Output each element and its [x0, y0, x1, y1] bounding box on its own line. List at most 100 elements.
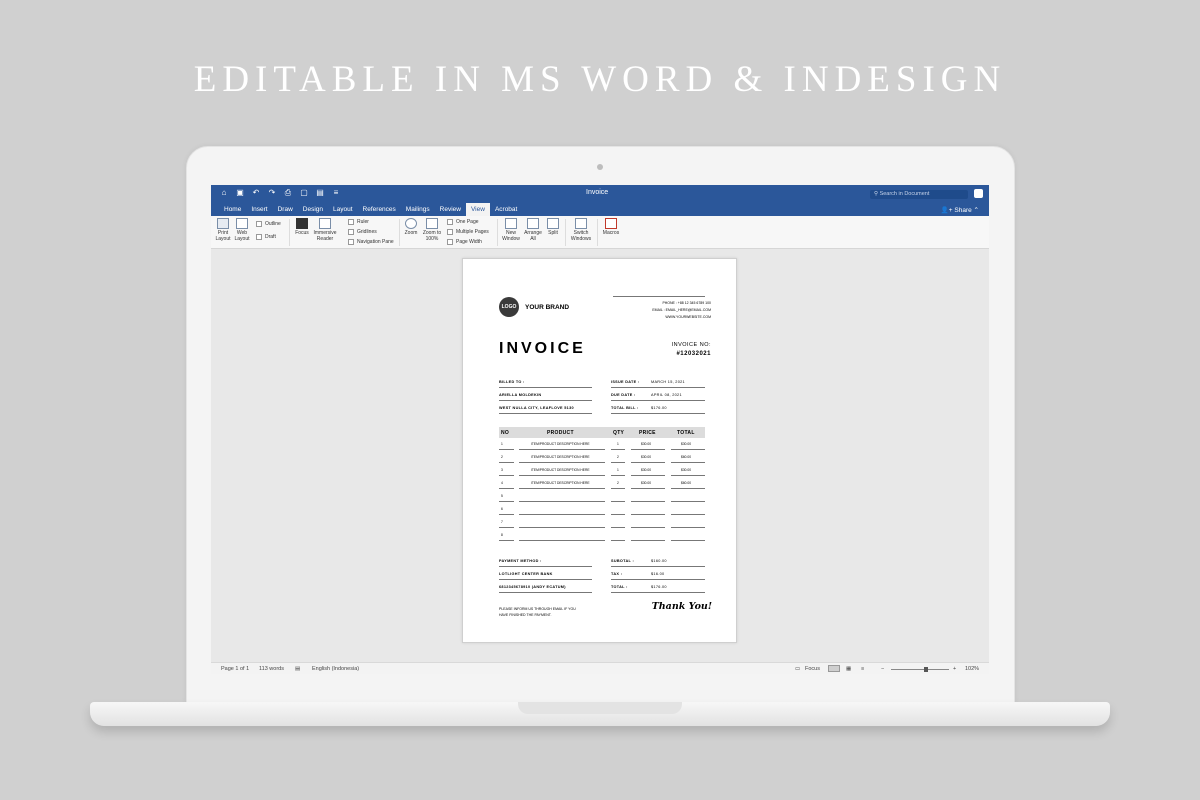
language[interactable]: English (Indonesia) [312, 666, 359, 672]
contact-block: PHONE : +88 12 345 6789 100 EMAIL : EMAI… [652, 300, 711, 321]
tax-label: TAX : [611, 572, 623, 576]
row-rule [611, 527, 625, 528]
zoom-out-icon[interactable]: − [881, 666, 884, 672]
one-page-button[interactable]: One Page [447, 219, 479, 225]
field-rule [499, 566, 592, 567]
issue-date: MARCH 15, 2021 [651, 380, 685, 384]
save-icon[interactable]: ▣ [235, 188, 245, 198]
print-layout-button[interactable]: Print Layout [215, 218, 231, 242]
zoom-100-button[interactable]: Zoom to 100% [422, 218, 442, 242]
row-rule [611, 514, 625, 515]
split-button[interactable]: Split [545, 218, 561, 236]
macros-label: Macros [602, 230, 620, 236]
row-no-cell: 8 [501, 533, 503, 537]
web-layout-button[interactable]: Web Layout [234, 218, 250, 242]
document-canvas[interactable]: LOGO YOUR BRAND PHONE : +88 12 345 6789 … [211, 249, 989, 662]
invoice-no-label: INVOICE NO: [671, 342, 711, 348]
issue-date-label: ISSUE DATE : [611, 380, 640, 384]
word-count[interactable]: 113 words [259, 666, 284, 672]
navigation-pane-box [348, 239, 354, 245]
row-no-cell: 1 [501, 442, 503, 446]
row-total-cell: $30.00 [681, 468, 692, 472]
tab-review[interactable]: Review [435, 203, 466, 216]
multiple-pages-label: Multiple Pages [456, 229, 489, 235]
field-rule [499, 592, 592, 593]
undo-icon[interactable]: ↶ [251, 188, 261, 198]
row-rule [499, 514, 514, 515]
total-bill: $176.00 [651, 406, 667, 410]
print-layout-view-icon[interactable] [828, 665, 840, 672]
ruler-checkbox[interactable]: Ruler [348, 219, 369, 225]
share-button[interactable]: 👤+ Share ⌃ [941, 206, 979, 214]
row-no-cell: 3 [501, 468, 503, 472]
tab-acrobat[interactable]: Acrobat [490, 203, 522, 216]
draft-button[interactable]: Draft [256, 234, 276, 240]
row-price-cell: $30.00 [641, 442, 652, 446]
draft-icon [256, 234, 262, 240]
row-total-cell: $60.00 [681, 455, 692, 459]
focus-mode-icon[interactable]: ▭ [795, 666, 800, 672]
immersive-reader-icon [319, 218, 331, 229]
row-rule [631, 501, 665, 502]
row-rule [671, 449, 705, 450]
spelling-icon[interactable]: ▤ [315, 188, 325, 198]
outline-button[interactable]: Outline [256, 221, 281, 227]
invoice-page[interactable]: LOGO YOUR BRAND PHONE : +88 12 345 6789 … [462, 258, 737, 643]
zoom-level[interactable]: 102% [965, 666, 979, 672]
proofing-icon[interactable]: ▤ [295, 666, 300, 672]
multiple-pages-icon [447, 229, 453, 235]
redo-icon[interactable]: ↷ [267, 188, 277, 198]
page-width-button[interactable]: Page Width [447, 239, 482, 245]
page-count[interactable]: Page 1 of 1 [221, 666, 249, 672]
camera-icon [597, 164, 603, 170]
search-input[interactable]: ⚲ Search in Document [870, 190, 968, 199]
tab-layout[interactable]: Layout [328, 203, 358, 216]
tab-mailings[interactable]: Mailings [401, 203, 435, 216]
immersive-reader-button[interactable]: Immersive Reader [312, 218, 338, 242]
row-no-cell: 2 [501, 455, 503, 459]
title-bar: ⌂ ▣ ↶ ↷ ⎙ ▢ ▤ ≡ Invoice ⚲ Search in Docu… [211, 185, 989, 203]
macros-button[interactable]: Macros [601, 218, 621, 236]
zoom-in-icon[interactable]: + [953, 666, 956, 672]
row-total-cell: $60.00 [681, 481, 692, 485]
ribbon-separator [597, 219, 598, 246]
tab-insert[interactable]: Insert [246, 203, 272, 216]
tab-draw[interactable]: Draw [273, 203, 298, 216]
tab-design[interactable]: Design [298, 203, 328, 216]
navigation-pane-checkbox[interactable]: Navigation Pane [348, 239, 394, 245]
account-icon[interactable] [974, 189, 983, 198]
gridlines-checkbox[interactable]: Gridlines [348, 229, 377, 235]
status-focus[interactable]: Focus [805, 666, 820, 672]
row-rule [631, 462, 665, 463]
print-icon[interactable]: ⎙ [283, 188, 293, 198]
tab-home[interactable]: Home [219, 203, 246, 216]
web-layout-view-icon[interactable]: ▦ [846, 666, 851, 672]
ribbon-tabs: Home Insert Draw Design Layout Reference… [211, 203, 989, 216]
promo-headline: EDITABLE IN MS WORD & INDESIGN [193, 59, 1007, 100]
immersive-reader-label: Immersive Reader [313, 230, 337, 242]
home-icon[interactable]: ⌂ [219, 188, 229, 198]
tab-view[interactable]: View [465, 203, 490, 216]
row-rule [611, 488, 625, 489]
row-rule [499, 501, 514, 502]
arrange-all-button[interactable]: Arrange All [523, 218, 543, 242]
zoom-button[interactable]: Zoom [403, 218, 419, 236]
new-window-button[interactable]: New Window [501, 218, 521, 242]
switch-windows-button[interactable]: Switch Windows [569, 218, 593, 242]
arrange-all-icon [527, 218, 539, 229]
print-layout-icon [217, 218, 229, 229]
row-rule [631, 488, 665, 489]
row-rule [631, 475, 665, 476]
header-no: NO [501, 430, 510, 436]
web-layout-icon [236, 218, 248, 229]
customize-icon[interactable]: ≡ [331, 188, 341, 198]
focus-button[interactable]: Focus [293, 218, 311, 236]
read-mode-icon[interactable]: ≡ [861, 666, 864, 672]
row-total-cell: $30.00 [681, 442, 692, 446]
zoom-slider-thumb[interactable] [924, 667, 928, 672]
tab-references[interactable]: References [358, 203, 401, 216]
zoom-slider[interactable] [891, 669, 949, 670]
multiple-pages-button[interactable]: Multiple Pages [447, 229, 489, 235]
search-placeholder: Search in Document [879, 191, 930, 197]
new-doc-icon[interactable]: ▢ [299, 188, 309, 198]
